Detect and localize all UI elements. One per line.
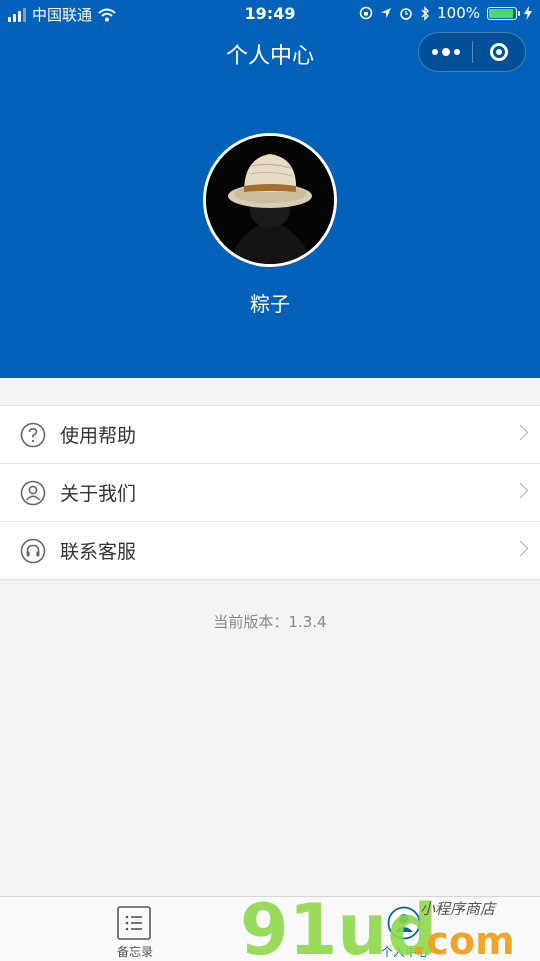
- profile-header: 中国联通 19:49 100% 个人中心 粽子: [0, 0, 540, 378]
- alarm-icon: [400, 8, 412, 20]
- more-options-icon[interactable]: [419, 32, 472, 72]
- status-right: 100%: [359, 4, 532, 22]
- battery-percent: 100%: [437, 4, 480, 22]
- tab-label: 备忘录: [116, 945, 153, 959]
- tab-profile[interactable]: 个人中心: [270, 897, 540, 961]
- tab-bar: 备忘录 个人中心: [0, 896, 540, 961]
- tab-label: 个人中心: [380, 945, 429, 959]
- username: 粽子: [250, 292, 290, 316]
- menu-item-label: 关于我们: [60, 483, 137, 505]
- chevron-right-icon: [512, 540, 529, 557]
- settings-menu: 使用帮助 关于我们 联系客服: [0, 405, 540, 580]
- menu-item-contact-support[interactable]: 联系客服: [0, 522, 540, 579]
- user-circle-icon: [20, 480, 46, 506]
- chevron-right-icon: [512, 482, 529, 499]
- menu-item-about[interactable]: 关于我们: [0, 464, 540, 522]
- location-icon: [381, 8, 392, 18]
- avatar-hat-image: [206, 136, 334, 264]
- mini-program-capsule: [418, 32, 526, 72]
- list-icon: [117, 906, 151, 940]
- tab-memo[interactable]: 备忘录: [0, 897, 270, 961]
- battery-icon: [487, 6, 520, 20]
- avatar[interactable]: [203, 133, 337, 267]
- bluetooth-icon: [421, 5, 430, 21]
- rotation-lock-icon: [359, 6, 373, 20]
- menu-item-help[interactable]: 使用帮助: [0, 406, 540, 464]
- chevron-right-icon: [512, 424, 529, 441]
- charging-icon: [524, 6, 532, 20]
- status-bar: 中国联通 19:49 100%: [0, 0, 540, 28]
- user-icon: [387, 906, 421, 940]
- question-circle-icon: [20, 422, 46, 448]
- menu-item-label: 使用帮助: [60, 425, 137, 447]
- headset-icon: [20, 538, 46, 564]
- version-text: 当前版本：1.3.4: [213, 613, 327, 631]
- close-mini-program-icon[interactable]: [473, 32, 525, 72]
- menu-item-label: 联系客服: [60, 541, 137, 563]
